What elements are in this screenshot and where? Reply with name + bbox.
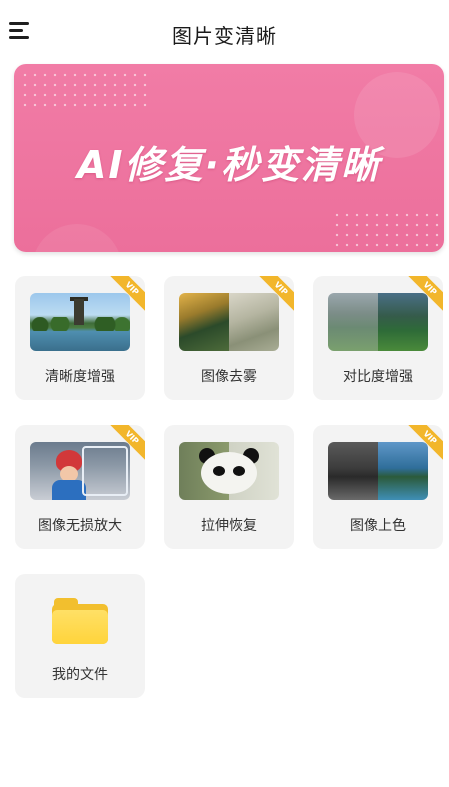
tool-tile-colorize[interactable]: 图像上色 VIP <box>313 425 443 549</box>
app-screen: 图片变清晰 AI修复·秒变清晰 清晰度增强 VIP 图像去雾 VIP 对比度增强… <box>0 0 449 787</box>
foggy-forest-thumbnail <box>179 293 279 351</box>
page-title: 图片变清晰 <box>172 24 277 48</box>
tool-tile-contrast[interactable]: 对比度增强 VIP <box>313 276 443 400</box>
tool-tile-sharpen[interactable]: 清晰度增强 VIP <box>15 276 145 400</box>
tool-label: 图像去雾 <box>201 369 257 385</box>
header: 图片变清晰 <box>0 0 449 62</box>
tool-label: 我的文件 <box>52 667 108 683</box>
lake-pagoda-thumbnail <box>30 293 130 351</box>
grayscale-color-thumbnail <box>328 442 428 500</box>
tool-tile-my-files[interactable]: 我的文件 <box>15 574 145 698</box>
banner-dot-pattern <box>20 70 152 108</box>
banner-dot-pattern <box>332 210 442 248</box>
banner-decoration-circle <box>32 224 122 252</box>
promo-banner[interactable]: AI修复·秒变清晰 <box>14 64 444 252</box>
tool-label: 图像无损放大 <box>38 518 122 534</box>
banner-headline: AI修复·秒变清晰 <box>77 143 381 187</box>
panda-thumbnail <box>179 442 279 500</box>
tool-tile-upscale[interactable]: 图像无损放大 VIP <box>15 425 145 549</box>
tool-tile-stretch-restore[interactable]: 拉伸恢复 <box>164 425 294 549</box>
folder-icon <box>52 598 108 644</box>
girl-red-hat-thumbnail <box>30 442 130 500</box>
tool-label: 图像上色 <box>350 518 406 534</box>
tool-tile-dehaze[interactable]: 图像去雾 VIP <box>164 276 294 400</box>
mountain-valley-thumbnail <box>328 293 428 351</box>
tool-label: 清晰度增强 <box>45 369 115 385</box>
tool-label: 对比度增强 <box>343 369 413 385</box>
tool-label: 拉伸恢复 <box>201 518 257 534</box>
